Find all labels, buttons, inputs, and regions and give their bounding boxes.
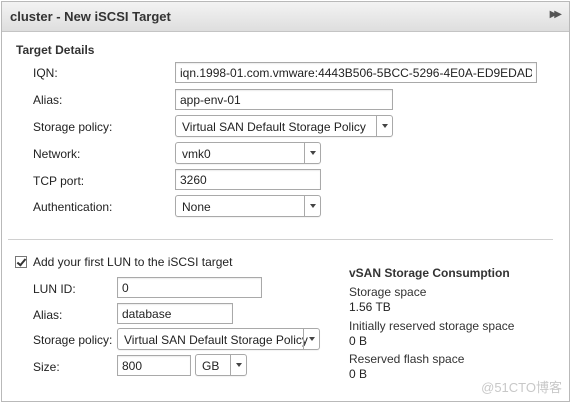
watermark: @51CTO博客 xyxy=(481,380,562,395)
authentication-label: Authentication: xyxy=(33,200,113,214)
network-select[interactable]: vmk0 xyxy=(175,142,321,164)
size-unit-value: GB xyxy=(202,359,220,373)
lun-id-label: LUN ID: xyxy=(33,282,76,296)
chevron-down-icon xyxy=(376,116,392,136)
vsan-consumption-heading: vSAN Storage Consumption xyxy=(349,266,510,280)
tcp-port-field[interactable] xyxy=(175,169,321,190)
reserved-flash-value: 0 B xyxy=(349,367,368,381)
reserved-flash-label: Reserved flash space xyxy=(349,352,465,366)
alias-field[interactable] xyxy=(175,89,393,110)
add-lun-checkbox[interactable] xyxy=(15,256,27,268)
double-chevron-right-icon[interactable]: ▶▶ xyxy=(550,9,563,20)
network-value: vmk0 xyxy=(182,147,211,161)
add-lun-label: Add your first LUN to the iSCSI target xyxy=(33,255,233,269)
lun-storage-policy-value: Virtual SAN Default Storage Policy xyxy=(124,333,308,347)
tcp-port-label: TCP port: xyxy=(33,174,85,188)
initially-reserved-label: Initially reserved storage space xyxy=(349,319,515,333)
storage-policy-select[interactable]: Virtual SAN Default Storage Policy xyxy=(175,115,393,137)
network-label: Network: xyxy=(33,147,81,161)
title-bar: cluster - New iSCSI Target ▶▶ xyxy=(2,2,569,32)
lun-storage-policy-select[interactable]: Virtual SAN Default Storage Policy xyxy=(117,328,320,350)
dialog-panel: cluster - New iSCSI Target ▶▶ Target Det… xyxy=(1,1,570,402)
alias-label: Alias: xyxy=(33,93,63,107)
section-divider xyxy=(8,239,553,240)
iqn-label: IQN: xyxy=(33,66,58,80)
dialog-title: cluster - New iSCSI Target xyxy=(10,9,171,24)
authentication-value: None xyxy=(182,200,211,214)
lun-alias-label: Alias: xyxy=(33,308,63,322)
target-details-heading: Target Details xyxy=(16,43,95,57)
authentication-select[interactable]: None xyxy=(175,195,321,217)
lun-storage-policy-label: Storage policy: xyxy=(33,333,113,347)
chevron-down-icon xyxy=(230,355,246,375)
storage-policy-value: Virtual SAN Default Storage Policy xyxy=(182,120,366,134)
lun-alias-field[interactable] xyxy=(117,303,233,324)
initially-reserved-value: 0 B xyxy=(349,334,368,348)
chevron-down-icon xyxy=(303,329,319,349)
size-unit-select[interactable]: GB xyxy=(195,354,247,376)
size-field[interactable] xyxy=(117,355,191,376)
size-label: Size: xyxy=(33,360,60,374)
lun-id-field[interactable] xyxy=(117,277,262,298)
storage-policy-label: Storage policy: xyxy=(33,120,113,134)
chevron-down-icon xyxy=(304,143,320,163)
storage-space-value: 1.56 TB xyxy=(349,300,391,314)
storage-space-label: Storage space xyxy=(349,285,427,299)
chevron-down-icon xyxy=(304,196,320,216)
iqn-field[interactable] xyxy=(175,62,537,83)
